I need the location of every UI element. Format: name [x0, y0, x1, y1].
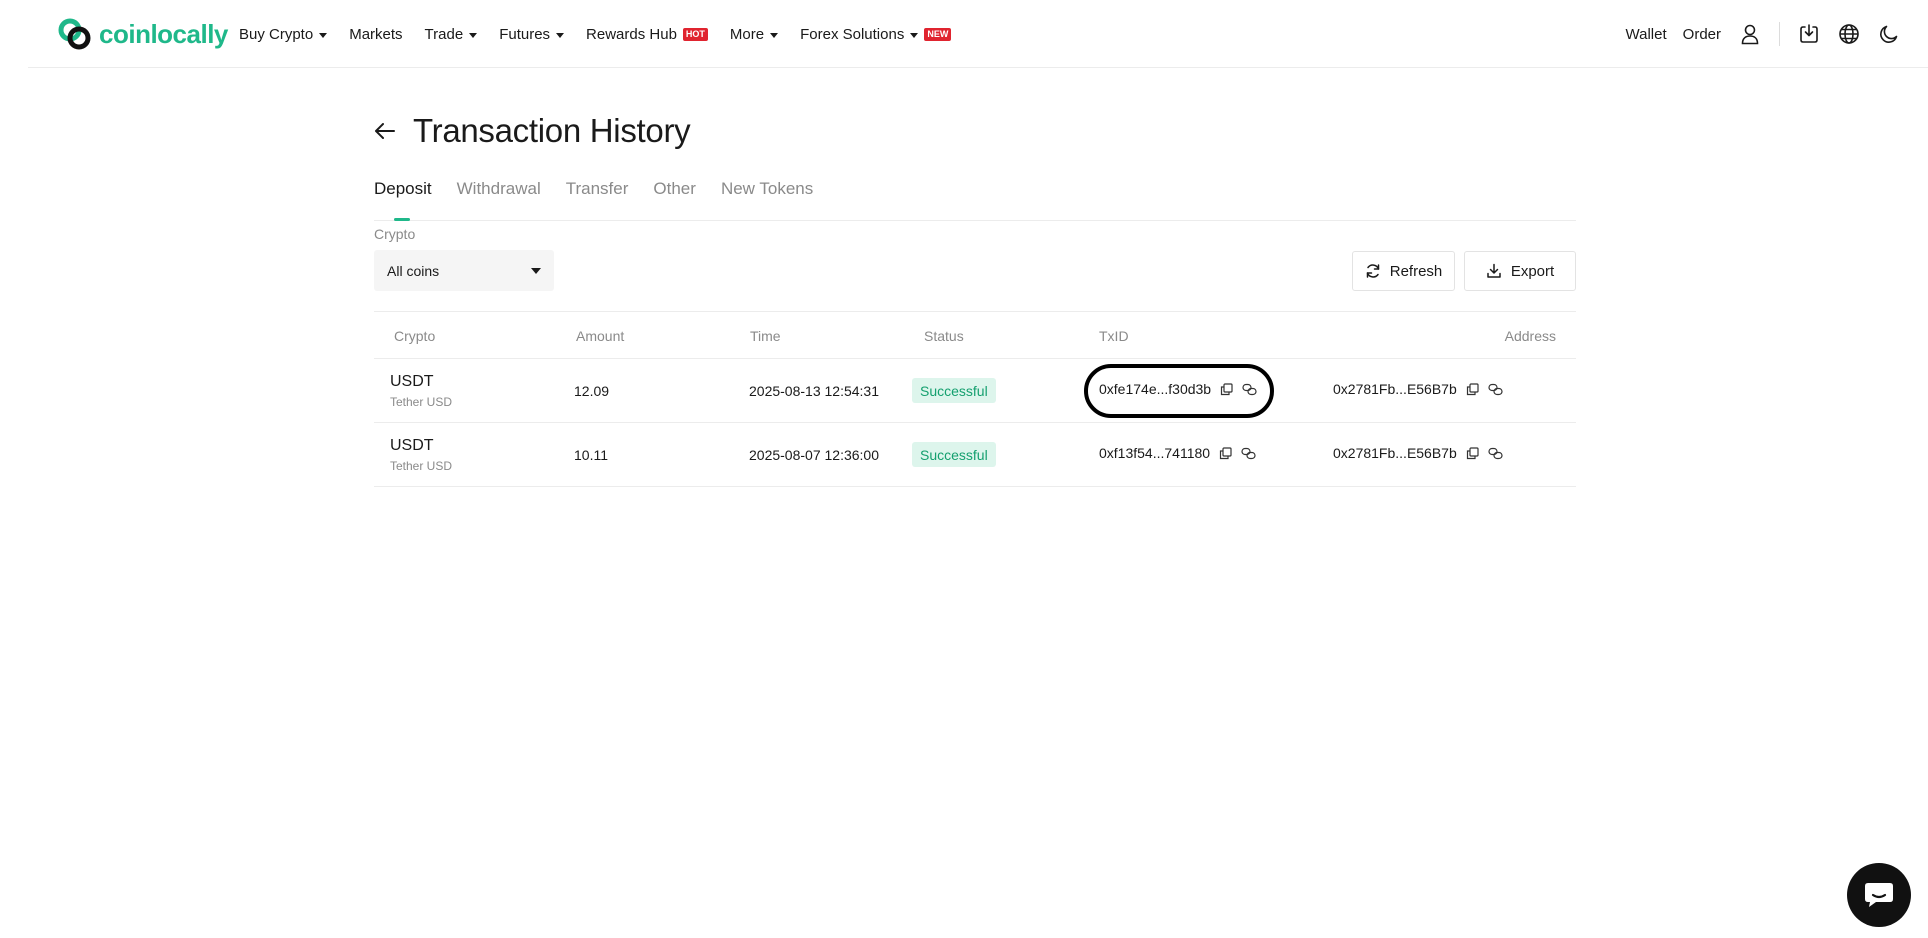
tab-deposit[interactable]: Deposit — [374, 178, 432, 221]
address-cell: 0x2781Fb...E56B7b — [1333, 445, 1503, 461]
amount: 10.11 — [574, 447, 608, 463]
export-button[interactable]: Export — [1464, 251, 1576, 291]
deposit-table: Crypto Amount Time Status TxID Address U… — [374, 311, 1576, 487]
refresh-label: Refresh — [1389, 262, 1443, 280]
refresh-icon — [1366, 264, 1379, 278]
moon-icon[interactable] — [1878, 23, 1900, 45]
copy-icon[interactable] — [1466, 446, 1479, 460]
page-title: Transaction History — [413, 112, 691, 149]
caret-down-icon — [469, 32, 478, 38]
caret-down-icon — [770, 32, 779, 38]
refresh-button[interactable]: Refresh — [1352, 251, 1455, 291]
hot-badge: HOT — [682, 27, 708, 41]
caret-down-icon — [556, 32, 565, 38]
nav-buy-crypto-label: Buy Crypto — [239, 25, 314, 43]
tab-new-tokens[interactable]: New Tokens — [721, 178, 813, 221]
globe-icon[interactable] — [1838, 23, 1860, 45]
link-icon[interactable] — [1241, 447, 1256, 460]
address-value: 0x2781Fb...E56B7b — [1333, 445, 1457, 461]
address-value: 0x2781Fb...E56B7b — [1333, 381, 1457, 397]
logo-mark-icon — [58, 18, 91, 50]
back-arrow-icon[interactable] — [374, 119, 398, 143]
main-menu: Buy Crypto Markets Trade Futures Rewards… — [239, 0, 973, 68]
amount: 12.09 — [574, 383, 610, 399]
tab-other[interactable]: Other — [653, 178, 696, 221]
nav-futures[interactable]: Futures — [499, 25, 565, 43]
chat-bubble-icon — [1865, 883, 1893, 907]
nav-forex-solutions-label: Forex Solutions — [800, 25, 905, 43]
nav-divider — [1779, 22, 1780, 46]
table-row: USDT Tether USD 12.09 2025-08-13 12:54:3… — [374, 359, 1576, 423]
nav-right-group: Wallet Order — [1610, 0, 1900, 68]
nav-trade-label: Trade — [424, 25, 464, 43]
top-navigation: coinlocally Buy Crypto Markets Trade Fut… — [28, 0, 1928, 68]
logo-text: coinlocally — [99, 18, 228, 49]
txid-cell: 0xf13f54...741180 — [1099, 445, 1256, 461]
download-icon[interactable] — [1798, 23, 1820, 45]
coin-symbol: USDT — [390, 437, 434, 454]
nav-wallet[interactable]: Wallet — [1626, 26, 1667, 43]
nav-more-label: More — [729, 25, 765, 43]
export-icon — [1487, 263, 1501, 278]
table-header: Crypto Amount Time Status TxID Address — [374, 312, 1576, 359]
header-status: Status — [924, 328, 964, 344]
export-label: Export — [1510, 262, 1555, 280]
time: 2025-08-13 12:54:31 — [749, 383, 879, 399]
link-icon[interactable] — [1488, 383, 1503, 396]
caret-down-icon — [531, 267, 541, 274]
copy-icon[interactable] — [1466, 382, 1479, 396]
status-badge: Successful — [912, 442, 996, 467]
caret-down-icon — [910, 32, 919, 38]
nav-order[interactable]: Order — [1683, 26, 1721, 43]
copy-icon[interactable] — [1220, 382, 1233, 396]
link-icon[interactable] — [1242, 383, 1257, 396]
nav-more[interactable]: More — [729, 25, 779, 43]
time: 2025-08-07 12:36:00 — [749, 447, 879, 463]
link-icon[interactable] — [1488, 447, 1503, 460]
coinlocally-logo[interactable]: coinlocally — [57, 17, 228, 51]
header-crypto: Crypto — [394, 328, 436, 344]
txid-value: 0xfe174e...f30d3b — [1099, 381, 1212, 397]
txid-cell: 0xfe174e...f30d3b — [1099, 381, 1257, 397]
nav-markets-label: Markets — [349, 25, 403, 43]
nav-rewards-hub[interactable]: Rewards Hub HOT — [586, 26, 708, 43]
coin-name: Tether USD — [390, 395, 453, 409]
caret-down-icon — [319, 32, 328, 38]
nav-futures-label: Futures — [499, 25, 551, 43]
title-row: Transaction History — [374, 112, 691, 150]
nav-buy-crypto[interactable]: Buy Crypto — [239, 25, 328, 43]
address-cell: 0x2781Fb...E56B7b — [1333, 381, 1503, 397]
nav-forex-solutions[interactable]: Forex Solutions NEW — [800, 25, 952, 43]
crypto-select-value: All coins — [387, 262, 440, 279]
status-badge: Successful — [912, 378, 996, 403]
nav-rewards-hub-label: Rewards Hub — [586, 25, 677, 43]
coin-symbol: USDT — [390, 373, 434, 390]
coin-name: Tether USD — [390, 459, 453, 473]
tab-transfer[interactable]: Transfer — [566, 178, 629, 221]
crypto-filter-label: Crypto — [374, 226, 416, 242]
header-time: Time — [750, 328, 781, 344]
nav-trade[interactable]: Trade — [425, 26, 478, 43]
history-tabs: Deposit Withdrawal Transfer Other New To… — [374, 178, 1576, 221]
header-txid[interactable]: TxID — [1099, 328, 1129, 344]
header-address: Address — [1504, 328, 1556, 344]
table-row: USDT Tether USD 10.11 2025-08-07 12:36:0… — [374, 423, 1576, 487]
header-amount: Amount — [576, 328, 625, 344]
user-icon[interactable] — [1739, 23, 1761, 45]
tab-withdrawal[interactable]: Withdrawal — [457, 178, 541, 221]
crypto-select[interactable]: All coins — [374, 250, 554, 291]
chat-support-button[interactable] — [1847, 863, 1911, 927]
txid-value: 0xf13f54...741180 — [1099, 445, 1211, 461]
new-badge: NEW — [924, 27, 952, 41]
copy-icon[interactable] — [1219, 446, 1232, 460]
nav-markets[interactable]: Markets — [349, 26, 402, 43]
